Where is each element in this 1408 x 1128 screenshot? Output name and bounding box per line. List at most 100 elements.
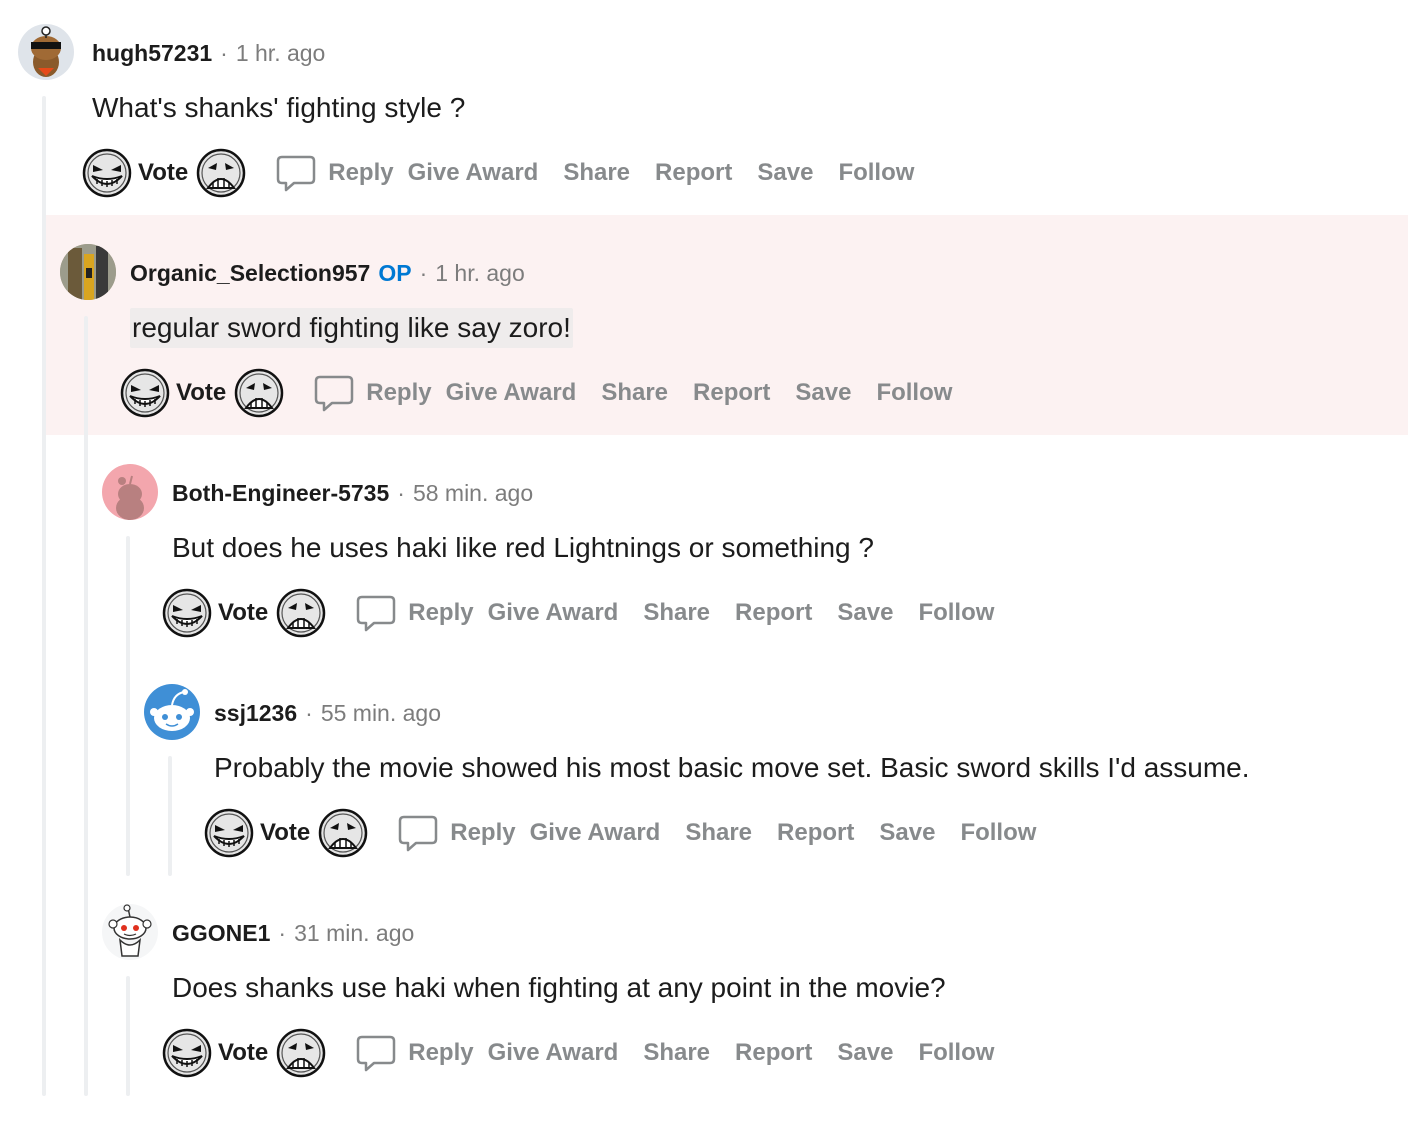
- speech-bubble-icon: [276, 153, 316, 193]
- timestamp[interactable]: 1 hr. ago: [435, 260, 525, 286]
- share-button[interactable]: Share: [685, 819, 752, 847]
- reply-label: Reply: [328, 159, 394, 186]
- separator: ·: [305, 700, 313, 726]
- upvote-icon[interactable]: [162, 588, 212, 638]
- report-button[interactable]: Report: [655, 159, 732, 187]
- avatar-hugh57231[interactable]: [18, 24, 74, 80]
- upvote-icon[interactable]: [204, 808, 254, 858]
- thread-line-level-1[interactable]: [42, 96, 46, 1096]
- timestamp[interactable]: 58 min. ago: [413, 480, 533, 506]
- comment-5-actions: Vote Reply Give Award Share Report Save …: [162, 1028, 1019, 1078]
- follow-button[interactable]: Follow: [876, 379, 952, 407]
- username[interactable]: Both-Engineer-5735: [172, 480, 389, 506]
- comment-2-meta: Organic_Selection957 OP · 1 hr. ago: [130, 258, 525, 288]
- comment-2-body: regular sword fighting like say zoro!: [130, 308, 573, 348]
- report-button[interactable]: Report: [735, 1039, 812, 1067]
- comment-1-body: What's shanks' fighting style ?: [92, 92, 466, 123]
- thread-line-level-3b[interactable]: [126, 976, 130, 1096]
- separator: ·: [419, 260, 428, 286]
- upvote-icon[interactable]: [120, 368, 170, 418]
- speech-bubble-icon: [356, 1033, 396, 1073]
- speech-bubble-icon: [398, 813, 438, 853]
- username[interactable]: ssj1236: [214, 700, 297, 726]
- sunglasses-snoo-avatar-icon: [31, 26, 61, 77]
- thread-line-level-2[interactable]: [84, 316, 88, 1096]
- comment-5-meta: GGONE1 · 31 min. ago: [172, 918, 414, 948]
- comment-5-body: Does shanks use haki when fighting at an…: [172, 972, 946, 1003]
- downvote-icon[interactable]: [276, 1028, 326, 1078]
- share-button[interactable]: Share: [601, 379, 668, 407]
- save-button[interactable]: Save: [879, 819, 935, 847]
- vote-label: Vote: [138, 159, 189, 186]
- photo-avatar-icon: [60, 244, 116, 300]
- timestamp[interactable]: 55 min. ago: [321, 700, 441, 726]
- give-award-button[interactable]: Give Award: [488, 599, 619, 627]
- follow-button[interactable]: Follow: [838, 159, 914, 187]
- reply-button[interactable]: Reply: [356, 593, 474, 633]
- upvote-icon[interactable]: [82, 148, 132, 198]
- reply-label: Reply: [366, 379, 432, 406]
- save-button[interactable]: Save: [795, 379, 851, 407]
- comment-2-actions: Vote Reply Give Award Share Report Save …: [120, 368, 977, 418]
- follow-button[interactable]: Follow: [960, 819, 1036, 847]
- separator: ·: [220, 40, 228, 66]
- reply-button[interactable]: Reply: [356, 1033, 474, 1073]
- white-snoo-avatar-icon: [108, 904, 152, 957]
- reply-label: Reply: [408, 599, 474, 626]
- avatar-ssj1236[interactable]: [144, 684, 200, 740]
- speech-bubble-icon: [356, 593, 396, 633]
- vote-label: Vote: [218, 599, 269, 626]
- follow-button[interactable]: Follow: [918, 599, 994, 627]
- reply-button[interactable]: Reply: [276, 153, 394, 193]
- vote-label: Vote: [176, 379, 227, 406]
- save-button[interactable]: Save: [757, 159, 813, 187]
- give-award-button[interactable]: Give Award: [446, 379, 577, 407]
- separator: ·: [278, 920, 287, 946]
- save-button[interactable]: Save: [837, 599, 893, 627]
- username[interactable]: GGONE1: [172, 920, 270, 946]
- avatar-ggone1[interactable]: [102, 904, 158, 960]
- comment-4-meta: ssj1236 · 55 min. ago: [214, 698, 441, 728]
- downvote-icon[interactable]: [318, 808, 368, 858]
- reply-label: Reply: [408, 1039, 474, 1066]
- share-button[interactable]: Share: [643, 1039, 710, 1067]
- username[interactable]: hugh57231: [92, 40, 212, 66]
- pink-snoo-avatar-icon: [116, 475, 144, 520]
- reply-button[interactable]: Reply: [398, 813, 516, 853]
- upvote-icon[interactable]: [162, 1028, 212, 1078]
- timestamp[interactable]: 1 hr. ago: [236, 40, 326, 66]
- follow-button[interactable]: Follow: [918, 1039, 994, 1067]
- separator: ·: [397, 480, 405, 506]
- avatar-both-engineer-5735[interactable]: [102, 464, 158, 520]
- reply-label: Reply: [450, 819, 516, 846]
- report-button[interactable]: Report: [693, 379, 770, 407]
- comment-3-body: But does he uses haki like red Lightning…: [172, 532, 874, 563]
- op-badge: OP: [378, 260, 412, 286]
- report-button[interactable]: Report: [777, 819, 854, 847]
- comment-4-actions: Vote Reply Give Award Share Report Save …: [204, 808, 1061, 858]
- reply-button[interactable]: Reply: [314, 373, 432, 413]
- give-award-button[interactable]: Give Award: [530, 819, 661, 847]
- downvote-icon[interactable]: [234, 368, 284, 418]
- comment-1-actions: Vote Reply Give Award Share Report Save …: [82, 148, 939, 198]
- thread-line-level-3[interactable]: [126, 536, 130, 876]
- give-award-button[interactable]: Give Award: [408, 159, 539, 187]
- share-button[interactable]: Share: [643, 599, 710, 627]
- save-button[interactable]: Save: [837, 1039, 893, 1067]
- avatar-organic-selection957[interactable]: [60, 244, 116, 300]
- share-button[interactable]: Share: [563, 159, 630, 187]
- comment-3-actions: Vote Reply Give Award Share Report Save …: [162, 588, 1019, 638]
- comment-4-body: Probably the movie showed his most basic…: [214, 752, 1250, 783]
- comment-3-meta: Both-Engineer-5735 · 58 min. ago: [172, 478, 533, 508]
- downvote-icon[interactable]: [276, 588, 326, 638]
- vote-label: Vote: [218, 1039, 269, 1066]
- comment-1-meta: hugh57231 · 1 hr. ago: [92, 38, 325, 68]
- timestamp[interactable]: 31 min. ago: [294, 920, 414, 946]
- username[interactable]: Organic_Selection957: [130, 260, 370, 286]
- downvote-icon[interactable]: [196, 148, 246, 198]
- report-button[interactable]: Report: [735, 599, 812, 627]
- give-award-button[interactable]: Give Award: [488, 1039, 619, 1067]
- blue-snoo-avatar-icon: [150, 689, 194, 731]
- speech-bubble-icon: [314, 373, 354, 413]
- thread-line-level-4[interactable]: [168, 756, 172, 876]
